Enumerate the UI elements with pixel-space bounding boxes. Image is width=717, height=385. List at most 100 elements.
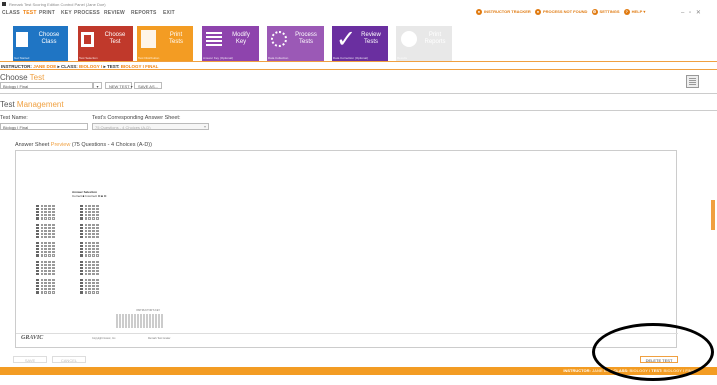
window-title-bar: Remark Test Scoring Edition Control Pane… xyxy=(0,0,717,9)
answer-bubble xyxy=(44,263,47,266)
save-as-button[interactable]: SAVE AS... xyxy=(134,82,162,89)
id-bubble-grid xyxy=(116,314,164,328)
answer-bubble xyxy=(52,217,55,220)
test-select-dropdown[interactable]: ▾ xyxy=(93,82,102,89)
answer-bubble xyxy=(92,229,95,232)
main-menu-bar: CLASS TEST PRINT KEY PROCESS REVIEW REPO… xyxy=(0,9,717,19)
question-number xyxy=(80,226,83,229)
new-test-button[interactable]: NEW TEST ▾ xyxy=(105,82,133,89)
tile-choose-class[interactable]: Choose Class Get Started xyxy=(13,26,68,61)
question-number xyxy=(80,279,83,282)
scrollbar-accent[interactable] xyxy=(711,200,715,230)
answer-sheet-preview: Answer Selection Correct ■ Incorrect ⊠ ■… xyxy=(15,150,678,348)
legend-incorrect: Incorrect xyxy=(85,194,97,198)
answer-bubble xyxy=(88,226,91,229)
answer-bubble xyxy=(84,254,87,257)
tile-modify-key[interactable]: Modify Key Answer Key (Optional) xyxy=(202,26,259,61)
answer-bubble xyxy=(52,288,55,291)
menu-exit[interactable]: EXIT xyxy=(163,10,175,16)
answer-bubble xyxy=(84,279,87,282)
answer-bubble xyxy=(84,226,87,229)
answer-bubble xyxy=(88,272,91,275)
bubble-block xyxy=(36,205,55,220)
tile-choose-test[interactable]: Choose Test Test Selection xyxy=(78,26,133,61)
bubble-block xyxy=(80,223,99,238)
answer-legend: Correct ■ Incorrect ⊠ ■ ⊠ xyxy=(72,194,107,198)
answer-bubble xyxy=(88,208,91,211)
chevron-down-icon: ▾ xyxy=(96,84,99,89)
breadcrumb-test-label: TEST: xyxy=(106,64,120,69)
answer-bubble xyxy=(48,214,51,217)
answer-bubble xyxy=(92,254,95,257)
answer-bubble xyxy=(52,235,55,238)
bubble-row xyxy=(36,226,55,229)
answer-bubble xyxy=(88,205,91,208)
answer-bubble xyxy=(48,266,51,269)
answer-bubble xyxy=(44,205,47,208)
answer-bubble xyxy=(92,263,95,266)
choose-test-title-b: Test xyxy=(29,73,45,82)
answer-bubble xyxy=(92,269,95,272)
answer-sheet-select[interactable]: 75 Questions - 4 Choices (A-D) ▾ xyxy=(92,123,209,130)
answer-bubble xyxy=(40,282,43,285)
tile-review-tests[interactable]: ✓ Review Tests Data Correction (Optional… xyxy=(332,26,388,61)
tm-title-a: Test xyxy=(0,100,15,109)
answer-bubble xyxy=(52,279,55,282)
menu-review[interactable]: REVIEW xyxy=(104,10,125,16)
answer-bubble xyxy=(44,288,47,291)
test-name-value: Biology I Final xyxy=(3,125,29,130)
bubble-row xyxy=(80,229,99,232)
answer-bubble xyxy=(48,288,51,291)
menu-reports[interactable]: REPORTS xyxy=(131,10,157,16)
bubble-row xyxy=(36,242,55,245)
answer-bubble xyxy=(92,279,95,282)
answer-bubble xyxy=(48,245,51,248)
question-number xyxy=(80,223,83,226)
bubble-row xyxy=(36,208,55,211)
test-name-input[interactable]: Biology I Final xyxy=(0,123,88,130)
breadcrumb-instructor[interactable]: JANE DOE xyxy=(33,64,56,69)
answer-bubble xyxy=(84,272,87,275)
cancel-button[interactable]: CANCEL xyxy=(52,356,86,363)
chart-icon xyxy=(401,31,417,47)
bubble-row xyxy=(36,251,55,254)
choose-test-title: Choose Test xyxy=(0,73,44,82)
answer-bubble xyxy=(40,288,43,291)
answer-bubble xyxy=(40,214,43,217)
bubble-row xyxy=(36,245,55,248)
menu-key[interactable]: KEY xyxy=(61,10,72,16)
breadcrumb-class[interactable]: BIOLOGY I xyxy=(79,64,102,69)
answer-bubble xyxy=(40,266,43,269)
test-management-title: Test Management xyxy=(0,100,64,109)
bubble-row xyxy=(80,205,99,208)
answer-bubble xyxy=(40,251,43,254)
menu-test[interactable]: TEST xyxy=(23,10,37,16)
bubble-row xyxy=(80,263,99,266)
answer-bubble xyxy=(44,254,47,257)
tile-process-tests[interactable]: Process Tests Data Collection xyxy=(267,26,324,61)
save-button[interactable]: SAVE xyxy=(13,356,47,363)
tile-print-tests[interactable]: Print Tests Test Distribution xyxy=(137,26,193,61)
menu-process[interactable]: PROCESS xyxy=(74,10,100,16)
answer-sheet-icon[interactable] xyxy=(686,75,699,88)
answer-bubble xyxy=(96,266,99,269)
answer-bubble xyxy=(84,229,87,232)
answer-bubble xyxy=(96,226,99,229)
tile-foot: Test Selection xyxy=(79,56,98,60)
bubble-row xyxy=(80,226,99,229)
answer-bubble xyxy=(92,214,95,217)
bubble-row xyxy=(80,235,99,238)
test-select[interactable]: Biology I Final xyxy=(0,82,93,89)
answer-bubble xyxy=(88,263,91,266)
bubble-row xyxy=(80,282,99,285)
choose-test-title-a: Choose xyxy=(0,73,28,82)
bubble-row xyxy=(80,208,99,211)
tile-print-reports[interactable]: Print Reports Results xyxy=(396,26,452,61)
bubble-row xyxy=(36,269,55,272)
menu-class[interactable]: CLASS xyxy=(2,10,20,16)
breadcrumb-test[interactable]: BIOLOGY I FINAL xyxy=(121,64,159,69)
menu-print[interactable]: PRINT xyxy=(39,10,55,16)
answer-bubble xyxy=(48,226,51,229)
answer-bubble xyxy=(52,229,55,232)
answer-bubble xyxy=(96,242,99,245)
